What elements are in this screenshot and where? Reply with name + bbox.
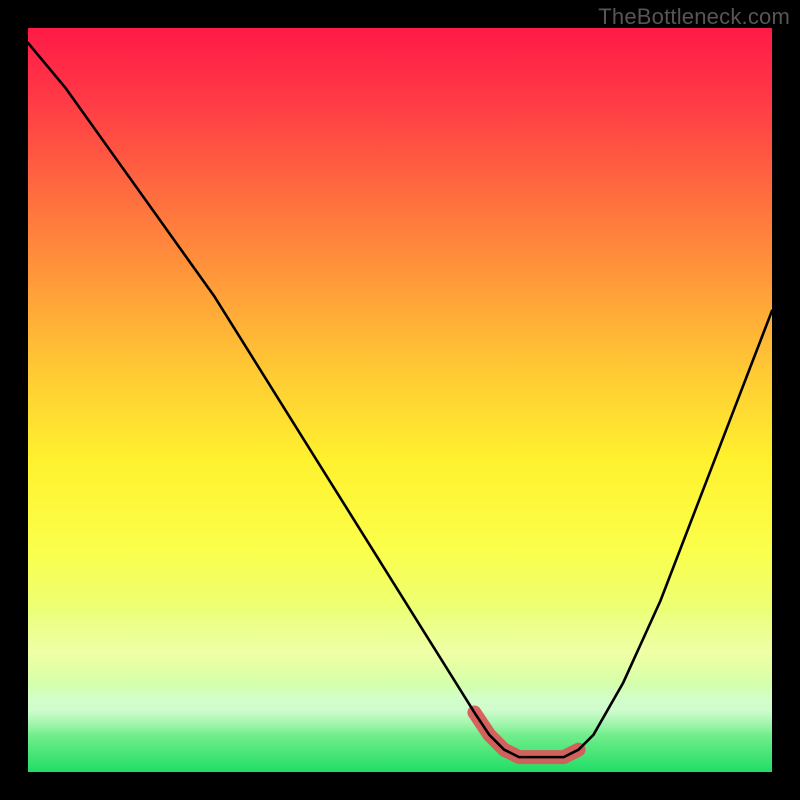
plot-area (28, 28, 772, 772)
curve-svg (28, 28, 772, 772)
watermark-text: TheBottleneck.com (598, 4, 790, 30)
bottleneck-curve (28, 43, 772, 757)
chart-frame: TheBottleneck.com (0, 0, 800, 800)
